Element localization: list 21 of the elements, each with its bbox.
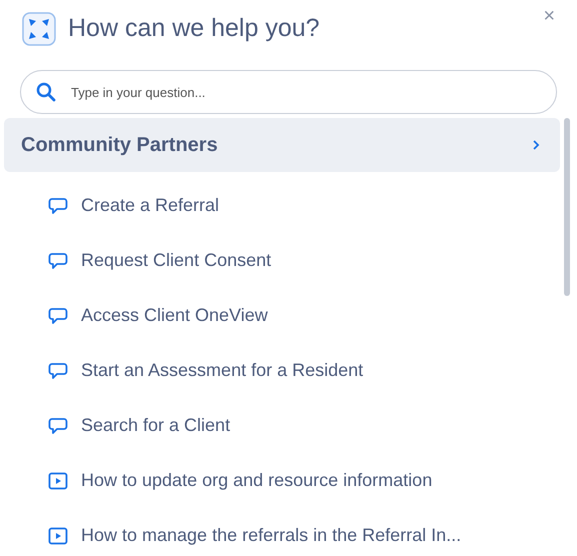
help-link[interactable]: Access Client OneView — [48, 288, 560, 343]
scrollbar[interactable] — [564, 118, 570, 296]
help-link[interactable]: Create a Referral — [48, 178, 560, 233]
search-icon — [36, 82, 56, 102]
help-link[interactable]: Start an Assessment for a Resident — [48, 343, 560, 398]
play-icon — [48, 472, 68, 490]
help-link[interactable]: Search for a Client — [48, 398, 560, 453]
help-link[interactable]: Request Client Consent — [48, 233, 560, 288]
panel-title: How can we help you? — [68, 13, 320, 44]
help-link[interactable]: How to manage the referrals in the Referral In... — [48, 508, 560, 556]
speech-bubble-icon — [48, 362, 68, 380]
chevron-icon — [532, 140, 540, 150]
speech-bubble-icon — [48, 306, 68, 324]
logo-icon — [22, 12, 56, 46]
speech-bubble-icon — [48, 252, 68, 270]
search-field[interactable]: Type in your question... — [20, 70, 557, 114]
speech-bubble-icon — [48, 416, 68, 434]
speech-bubble-icon — [48, 196, 68, 214]
help-link[interactable]: How to update org and resource information — [48, 453, 560, 508]
play-icon — [48, 526, 68, 544]
category-header[interactable]: Community Partners — [4, 118, 560, 172]
